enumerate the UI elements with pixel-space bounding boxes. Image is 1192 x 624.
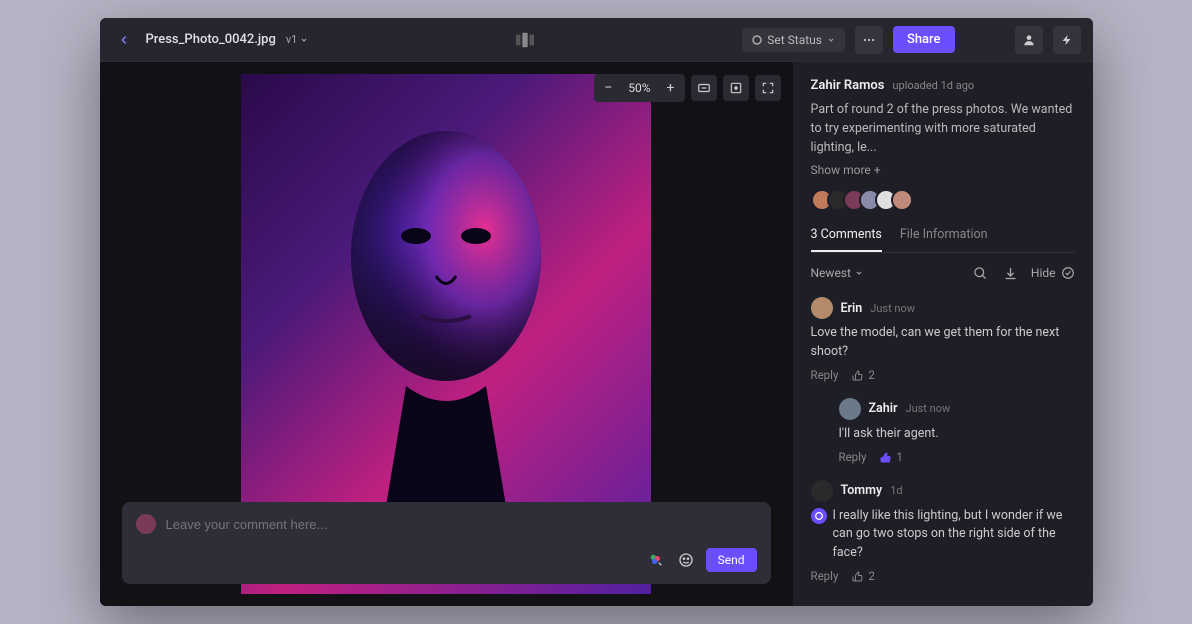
tab-file-information[interactable]: File Information bbox=[900, 227, 988, 252]
hide-resolved-toggle[interactable]: Hide bbox=[1031, 266, 1075, 280]
comment-input[interactable] bbox=[166, 517, 757, 532]
share-button[interactable]: Share bbox=[893, 26, 955, 53]
zoom-controls: − 50% + bbox=[594, 74, 684, 102]
reply-button[interactable]: Reply bbox=[839, 450, 867, 464]
comment-avatar bbox=[839, 398, 861, 420]
chevron-left-icon bbox=[117, 33, 131, 47]
emoji-icon bbox=[678, 552, 694, 568]
chevron-down-icon bbox=[827, 36, 835, 44]
search-icon bbox=[973, 266, 988, 281]
sort-dropdown[interactable]: Newest bbox=[811, 266, 863, 280]
filename: Press_Photo_0042.jpg bbox=[146, 32, 276, 47]
fit-width-button[interactable] bbox=[691, 75, 717, 101]
viewer-controls: − 50% + bbox=[594, 74, 780, 102]
comment-body: I'll ask their agent. bbox=[839, 425, 1075, 444]
topbar: Press_Photo_0042.jpg v1 Set Status Share bbox=[100, 18, 1093, 62]
compare-toggle[interactable] bbox=[514, 31, 536, 49]
more-menu-button[interactable] bbox=[855, 26, 883, 54]
annotation-marker-icon[interactable] bbox=[811, 508, 827, 524]
send-button[interactable]: Send bbox=[706, 548, 757, 572]
check-circle-icon bbox=[1061, 266, 1075, 280]
download-comments-button[interactable] bbox=[1001, 263, 1021, 283]
comment-body: Love the model, can we get them for the … bbox=[811, 324, 1075, 362]
fullscreen-icon bbox=[761, 81, 775, 95]
thumbs-up-icon bbox=[852, 570, 864, 582]
comment-time: Just now bbox=[870, 302, 915, 315]
user-avatar-button[interactable] bbox=[1015, 26, 1043, 54]
version-dropdown[interactable]: v1 bbox=[286, 33, 309, 46]
image-viewer: − 50% + bbox=[100, 62, 793, 606]
version-label: v1 bbox=[286, 33, 298, 46]
comment-item: Zahir Just now I'll ask their agent. Rep… bbox=[839, 398, 1075, 464]
comment-avatar bbox=[811, 480, 833, 502]
zoom-out-button[interactable]: − bbox=[596, 76, 620, 100]
download-icon bbox=[1003, 266, 1018, 281]
show-more-link[interactable]: Show more + bbox=[811, 163, 1075, 177]
comment-time: 1d bbox=[890, 484, 902, 497]
chevron-down-icon bbox=[300, 36, 308, 44]
chevron-down-icon bbox=[855, 269, 863, 277]
description-text: Part of round 2 of the press photos. We … bbox=[811, 101, 1075, 157]
comment-filters: Newest Hide bbox=[811, 263, 1075, 283]
sidebar-tabs: 3 Comments File Information bbox=[811, 227, 1075, 253]
uploaded-time: uploaded 1d ago bbox=[892, 79, 974, 92]
details-sidebar: Zahir Ramos uploaded 1d ago Part of roun… bbox=[793, 62, 1093, 606]
comment-item: Erin Just now Love the model, can we get… bbox=[811, 297, 1075, 382]
current-user-avatar bbox=[136, 514, 156, 534]
fit-width-icon bbox=[697, 81, 711, 95]
zoom-in-button[interactable]: + bbox=[659, 76, 683, 100]
portrait-placeholder bbox=[306, 126, 586, 506]
lightning-button[interactable] bbox=[1053, 26, 1081, 54]
thumbs-up-icon bbox=[880, 451, 892, 463]
emoji-button[interactable] bbox=[676, 550, 696, 570]
search-comments-button[interactable] bbox=[971, 263, 991, 283]
comment-author: Tommy bbox=[841, 483, 883, 498]
brush-icon bbox=[648, 552, 664, 568]
status-label: Set Status bbox=[767, 33, 822, 47]
collaborator-avatar[interactable] bbox=[891, 189, 913, 211]
collaborator-avatars bbox=[811, 189, 1075, 211]
compare-icon bbox=[514, 31, 536, 49]
comment-item: Tommy 1d I really like this lighting, bu… bbox=[811, 480, 1075, 583]
content-area: − 50% + bbox=[100, 62, 1093, 606]
sort-label: Newest bbox=[811, 266, 851, 280]
zoom-level: 50% bbox=[622, 81, 656, 95]
status-dropdown[interactable]: Set Status bbox=[742, 28, 845, 52]
annotation-tool-button[interactable] bbox=[646, 550, 666, 570]
fullscreen-button[interactable] bbox=[755, 75, 781, 101]
tab-comments[interactable]: 3 Comments bbox=[811, 227, 882, 252]
like-button[interactable]: 2 bbox=[852, 569, 874, 583]
thumbs-up-icon bbox=[852, 369, 864, 381]
reply-button[interactable]: Reply bbox=[811, 569, 839, 583]
comment-time: Just now bbox=[906, 402, 951, 415]
uploader-name: Zahir Ramos bbox=[811, 78, 885, 93]
status-circle-icon bbox=[752, 35, 762, 45]
comment-avatar bbox=[811, 297, 833, 319]
comment-composer: Send bbox=[122, 502, 771, 584]
uploader-info: Zahir Ramos uploaded 1d ago bbox=[811, 78, 1075, 93]
reply-button[interactable]: Reply bbox=[811, 368, 839, 382]
fit-screen-button[interactable] bbox=[723, 75, 749, 101]
hide-label: Hide bbox=[1031, 266, 1056, 280]
person-icon bbox=[1022, 33, 1036, 47]
fit-screen-icon bbox=[729, 81, 743, 95]
like-button[interactable]: 1 bbox=[880, 450, 902, 464]
back-button[interactable] bbox=[112, 28, 136, 52]
like-button[interactable]: 2 bbox=[852, 368, 874, 382]
lightning-icon bbox=[1061, 33, 1073, 47]
comment-author: Erin bbox=[841, 301, 863, 316]
app-window: Press_Photo_0042.jpg v1 Set Status Share bbox=[100, 18, 1093, 606]
comments-list: Erin Just now Love the model, can we get… bbox=[811, 297, 1075, 599]
dots-horizontal-icon bbox=[862, 33, 876, 47]
comment-body: I really like this lighting, but I wonde… bbox=[811, 507, 1075, 563]
comment-author: Zahir bbox=[869, 401, 898, 416]
